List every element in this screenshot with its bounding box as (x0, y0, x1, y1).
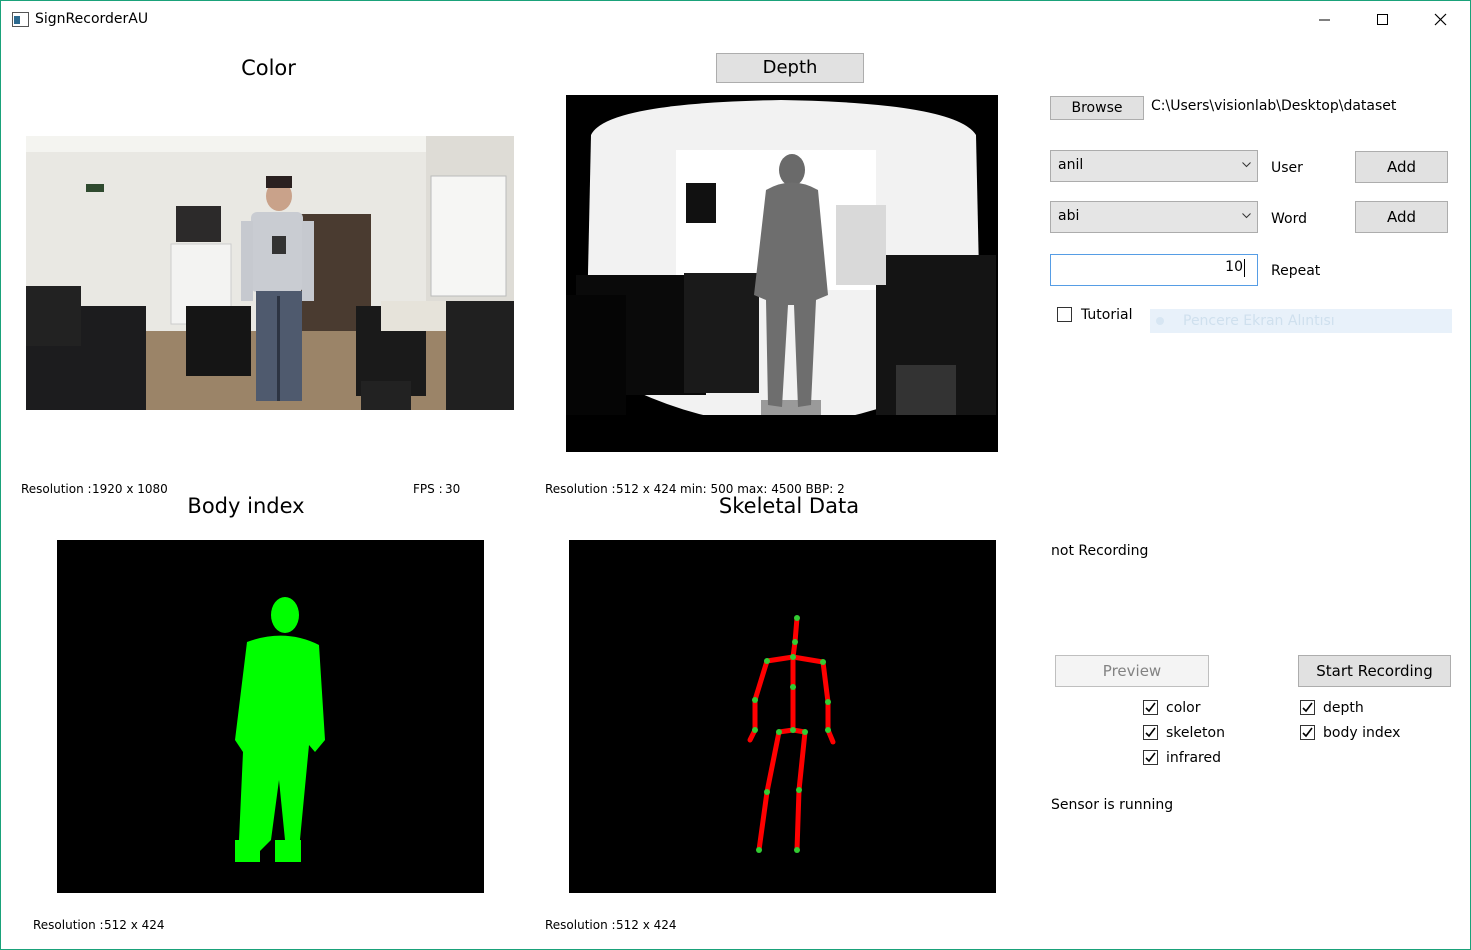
body-index-heading: Body index (187, 494, 305, 518)
snip-tooltip: Pencere Ekran Alıntısı (1150, 309, 1452, 333)
repeat-input[interactable]: 10 (1050, 254, 1258, 286)
snip-tooltip-text: Pencere Ekran Alıntısı (1183, 313, 1335, 329)
body-index-resolution-label: Resolution : (33, 918, 104, 932)
checkmark-icon (1302, 702, 1313, 713)
skeletal-heading: Skeletal Data (718, 494, 860, 518)
tutorial-checkbox[interactable] (1057, 307, 1072, 322)
chevron-down-icon (1242, 162, 1251, 168)
chevron-down-icon (1242, 213, 1251, 219)
repeat-input-value: 10 (1225, 259, 1243, 275)
word-label: Word (1271, 211, 1307, 227)
depth-checkbox[interactable] (1300, 700, 1315, 715)
depth-button[interactable]: Depth (716, 53, 864, 83)
skeletal-preview (569, 540, 996, 893)
add-user-button[interactable]: Add (1355, 151, 1448, 183)
body-index-preview (57, 540, 484, 893)
depth-resolution-label: Resolution : (545, 482, 616, 496)
color-checkbox[interactable] (1143, 700, 1158, 715)
title-bar: SignRecorderAU (1, 1, 1470, 39)
body-index-checkbox-label: body index (1323, 725, 1401, 741)
color-resolution-value: 1920 x 1080 (92, 482, 168, 496)
checkmark-icon (1145, 727, 1156, 738)
skeleton-checkbox-label: skeleton (1166, 725, 1225, 741)
minimize-button[interactable] (1295, 1, 1353, 39)
recording-status: not Recording (1051, 543, 1149, 559)
window-title: SignRecorderAU (35, 11, 149, 27)
preview-button[interactable]: Preview (1055, 655, 1209, 687)
checkmark-icon (1302, 727, 1313, 738)
color-fps-label: FPS : (413, 482, 443, 496)
color-checkbox-label: color (1166, 700, 1201, 716)
color-resolution-label: Resolution : (21, 482, 92, 496)
snip-icon (1156, 317, 1164, 325)
checkmark-icon (1145, 752, 1156, 763)
add-word-button[interactable]: Add (1355, 201, 1448, 233)
infrared-checkbox-label: infrared (1166, 750, 1221, 766)
skeleton-checkbox[interactable] (1143, 725, 1158, 740)
repeat-label: Repeat (1271, 263, 1321, 279)
depth-checkbox-label: depth (1323, 700, 1364, 716)
main-window: SignRecorderAU Color Resolution: 1920 x… (0, 0, 1471, 950)
user-select[interactable]: anil (1050, 150, 1258, 182)
start-recording-button[interactable]: Start Recording (1298, 655, 1451, 687)
maximize-button[interactable] (1353, 1, 1411, 39)
word-select[interactable]: abi (1050, 201, 1258, 233)
skeletal-resolution-value: 512 x 424 (616, 918, 677, 932)
text-caret (1244, 259, 1245, 277)
tutorial-label: Tutorial (1081, 307, 1133, 323)
color-fps-value: 30 (445, 482, 461, 496)
body-index-resolution-value: 512 x 424 (104, 918, 165, 932)
skeletal-resolution-label: Resolution : (545, 918, 616, 932)
color-preview (26, 136, 514, 410)
dataset-path: C:\Users\visionlab\Desktop\dataset (1151, 98, 1397, 114)
user-label: User (1271, 160, 1303, 176)
user-select-value: anil (1058, 157, 1084, 173)
infrared-checkbox[interactable] (1143, 750, 1158, 765)
depth-preview (566, 95, 998, 452)
sensor-status: Sensor is running (1051, 797, 1174, 813)
close-button[interactable] (1411, 1, 1469, 39)
browse-button[interactable]: Browse (1050, 96, 1144, 120)
color-heading: Color (241, 56, 296, 80)
app-icon (12, 12, 29, 27)
checkmark-icon (1145, 702, 1156, 713)
body-index-checkbox[interactable] (1300, 725, 1315, 740)
word-select-value: abi (1058, 208, 1080, 224)
depth-resolution-value: 512 x 424 (616, 482, 677, 496)
